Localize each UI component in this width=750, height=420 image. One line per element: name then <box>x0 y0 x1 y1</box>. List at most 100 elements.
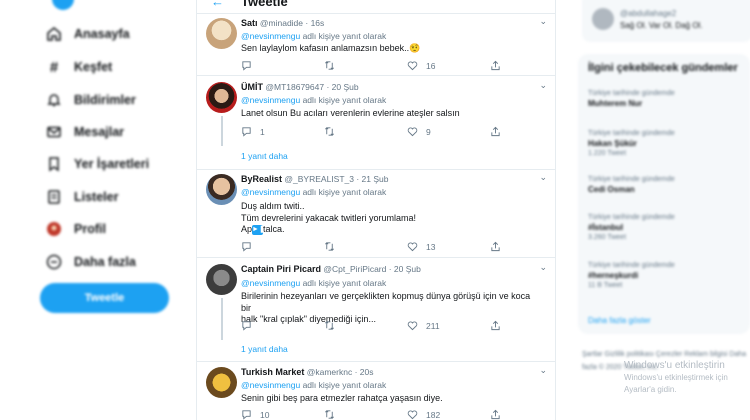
tweet-header: Captain Piri Picard @Cpt_PiriPicard · 20… <box>241 264 421 274</box>
tweet-actions: 211 <box>241 320 501 331</box>
share-button[interactable] <box>490 60 501 71</box>
show-more-trends-link[interactable]: Daha fazla göster <box>588 316 651 325</box>
reply-to-handle[interactable]: @nevsinmengu <box>241 31 300 41</box>
reply-context-text: adlı kişiye yanıt olarak <box>302 31 387 41</box>
tweet[interactable]: ByRealist @_BYREALIST_3 · 21 Şub ⌄ @nevs… <box>197 170 555 258</box>
like-button[interactable]: 16 <box>407 60 490 71</box>
show-more-replies-link[interactable]: 1 yanıt daha <box>241 151 288 161</box>
share-button[interactable] <box>490 320 501 331</box>
share-button[interactable] <box>490 126 501 137</box>
heart-icon <box>407 61 418 71</box>
tweet-author-handle[interactable]: @Cpt_PiriPicard <box>323 264 386 274</box>
reply-button[interactable]: 10 <box>241 409 324 420</box>
avatar[interactable] <box>206 174 237 205</box>
heart-icon <box>407 242 418 252</box>
reply-to-handle[interactable]: @nevsinmengu <box>241 95 300 105</box>
chevron-down-icon[interactable]: ⌄ <box>539 16 547 27</box>
reply-to-handle[interactable]: @nevsinmengu <box>241 278 300 288</box>
reply-to-handle[interactable]: @nevsinmengu <box>241 187 300 197</box>
trend-name: #İstanbul <box>588 223 624 232</box>
trends-title: İlgini çekebilecek gündemler <box>588 62 738 74</box>
reply-context-text: adlı kişiye yanıt olarak <box>302 278 387 288</box>
trend-item[interactable]: Türkiye tarihinde gündemde #İstanbul 3.260… <box>588 214 675 241</box>
sidebar-item-label: Daha fazla <box>74 255 136 269</box>
retweet-button[interactable] <box>324 60 407 71</box>
tweet-author-handle[interactable]: @MT18679647 <box>265 82 324 92</box>
tweet-time[interactable]: 21 Şub <box>362 174 389 184</box>
sidebar-item-notifications[interactable]: Bildirimler <box>46 92 136 108</box>
tweet[interactable]: Satı @minadide · 16s ⌄ @nevsinmengu adlı… <box>197 14 555 76</box>
like-button[interactable]: 211 <box>407 320 490 331</box>
reply-button[interactable] <box>241 60 324 71</box>
like-button[interactable]: 182 <box>407 409 490 420</box>
tweet[interactable]: Captain Piri Picard @Cpt_PiriPicard · 20… <box>197 258 555 362</box>
hashtag-icon: # <box>49 58 59 76</box>
avatar[interactable] <box>592 8 614 30</box>
tweet-author-handle[interactable]: @_BYREALIST_3 <box>284 174 354 184</box>
avatar[interactable] <box>206 367 237 398</box>
reply-context: @nevsinmengu adlı kişiye yanıt olarak <box>241 380 386 390</box>
sidebar-item-lists[interactable]: Listeler <box>46 189 118 205</box>
like-button[interactable]: 13 <box>407 241 490 252</box>
tweet-time[interactable]: 20 Şub <box>394 264 421 274</box>
timeline-header: ← Tweetle <box>197 0 555 14</box>
sidebar-item-explore[interactable]: # Keşfet <box>46 58 112 76</box>
like-button[interactable]: 9 <box>407 126 490 137</box>
profile-card[interactable]: @abdullahage2 Sağ Ol. Var Ol. Dağ Ol. <box>582 0 750 42</box>
twitter-logo-icon[interactable] <box>52 0 74 10</box>
retweet-button[interactable] <box>324 320 407 331</box>
chevron-down-icon[interactable]: ⌄ <box>539 80 547 91</box>
avatar[interactable] <box>206 264 237 295</box>
share-button[interactable] <box>490 241 501 252</box>
tweet[interactable]: Turkish Market @kamerknc · 20s ⌄ @nevsin… <box>197 362 555 420</box>
tweet-author-name[interactable]: Captain Piri Picard <box>241 264 321 274</box>
tweet-author-name[interactable]: Satı <box>241 18 258 28</box>
sidebar-item-home[interactable]: Anasayfa <box>46 26 130 42</box>
trend-item[interactable]: Türkiye tarihinde gündemde Cedi Osman <box>588 176 675 196</box>
trend-item[interactable]: Türkiye tarihinde gündemde Hakan Şükür 1.2… <box>588 130 675 157</box>
sidebar-item-more[interactable]: Daha fazla <box>46 254 136 270</box>
tweet-time[interactable]: 20 Şub <box>332 82 359 92</box>
trend-item[interactable]: Türkiye tarihinde gündemde Muhterem Nur <box>588 90 675 110</box>
tweet-author-handle[interactable]: @kamerknc <box>307 367 352 377</box>
share-button[interactable] <box>490 409 501 420</box>
trend-context: Türkiye tarihinde gündemde <box>588 90 675 97</box>
reply-context: @nevsinmengu adlı kişiye yanıt olarak <box>241 95 386 105</box>
back-arrow-icon[interactable]: ← <box>211 0 224 9</box>
trend-name: Cedi Osman <box>588 185 635 194</box>
reply-button[interactable]: 1 <box>241 126 324 137</box>
reply-context-text: adlı kişiye yanıt olarak <box>302 380 387 390</box>
tweet-author-name[interactable]: ByRealist <box>241 174 282 184</box>
trend-item[interactable]: Türkiye tarihinde gündemde #herneşkurdi 11… <box>588 262 675 289</box>
tweet-header: ÜMİT @MT18679647 · 20 Şub <box>241 82 359 92</box>
reply-button[interactable] <box>241 241 324 252</box>
sidebar-item-bookmarks[interactable]: Yer İşaretleri <box>46 156 149 172</box>
tweet-author-handle[interactable]: @minadide <box>260 18 303 28</box>
tweet-time[interactable]: 20s <box>360 367 374 377</box>
reply-context: @nevsinmengu adlı kişiye yanıt olarak <box>241 278 386 288</box>
profile-handle[interactable]: @abdullahage2 <box>620 9 676 18</box>
reply-button[interactable] <box>241 320 324 331</box>
tweet-button[interactable]: Tweetle <box>40 283 169 313</box>
reply-to-handle[interactable]: @nevsinmengu <box>241 380 300 390</box>
watermark-line: Ayarlar'a gidin. <box>624 385 677 394</box>
chevron-down-icon[interactable]: ⌄ <box>539 172 547 183</box>
retweet-button[interactable] <box>324 126 407 137</box>
chevron-down-icon[interactable]: ⌄ <box>539 365 547 376</box>
show-more-replies-link[interactable]: 1 yanıt daha <box>241 344 288 354</box>
tweet[interactable]: ÜMİT @MT18679647 · 20 Şub ⌄ @nevsinmengu… <box>197 76 555 170</box>
reply-context-text: adlı kişiye yanıt olarak <box>302 187 387 197</box>
sidebar-item-profile[interactable]: Profil <box>46 221 106 237</box>
tweet-author-name[interactable]: Turkish Market <box>241 367 304 377</box>
avatar[interactable] <box>206 18 237 49</box>
retweet-button[interactable] <box>324 409 407 420</box>
profile-icon <box>46 221 62 237</box>
sidebar-item-messages[interactable]: Mesajlar <box>46 124 124 140</box>
reply-count: 10 <box>260 409 270 420</box>
more-icon <box>46 254 62 270</box>
chevron-down-icon[interactable]: ⌄ <box>539 262 547 273</box>
tweet-author-name[interactable]: ÜMİT <box>241 82 263 92</box>
retweet-button[interactable] <box>324 241 407 252</box>
avatar[interactable] <box>206 82 237 113</box>
tweet-time[interactable]: 16s <box>311 18 325 28</box>
